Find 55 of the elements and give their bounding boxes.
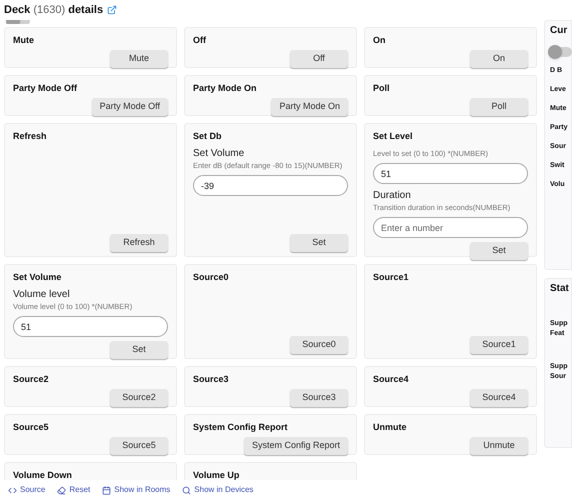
input-field[interactable]: Enter a number [373, 217, 528, 238]
action-button[interactable]: Set [470, 242, 528, 260]
card-title: Unmute [373, 421, 408, 433]
panel-title: Stat [550, 282, 570, 296]
action-button[interactable]: Off [290, 50, 348, 68]
card-title: Poll [373, 82, 391, 94]
card-title: Set Level [373, 130, 414, 142]
card-title: Source4 [373, 373, 410, 385]
footer-link[interactable]: Show in Rooms [102, 484, 170, 496]
card-title: Source2 [13, 373, 50, 385]
card-title: Volume Down [13, 469, 73, 480]
footer-link[interactable]: Show in Devices [182, 484, 254, 496]
external-link-icon[interactable] [107, 5, 118, 15]
footer-link[interactable]: Source [8, 484, 46, 496]
action-button[interactable]: Source5 [110, 437, 168, 455]
action-button[interactable]: Poll [470, 98, 528, 116]
action-button[interactable]: Source3 [290, 389, 348, 407]
action-button[interactable]: Refresh [110, 234, 168, 252]
action-button[interactable]: Set [110, 341, 168, 359]
action-button[interactable]: On [470, 50, 528, 68]
card-title: Party Mode Off [13, 82, 78, 94]
card-title: Volume Up [193, 469, 240, 480]
code-icon [8, 486, 17, 494]
action-button[interactable]: Source4 [470, 389, 528, 407]
input-field[interactable]: -39 [193, 175, 348, 196]
toggle-switch[interactable] [550, 47, 572, 57]
action-button[interactable]: Set [290, 234, 348, 252]
card-title: Off [193, 34, 207, 46]
input-field[interactable]: 51 [373, 163, 528, 184]
action-button[interactable]: Party Mode Off [92, 98, 168, 116]
card-title: Set Db [193, 130, 223, 142]
action-button[interactable]: Unmute [470, 437, 528, 455]
card-title: Source5 [13, 421, 50, 433]
card-title: System Config Report [193, 421, 289, 433]
action-button[interactable]: Party Mode On [271, 98, 348, 116]
card-title: Refresh [13, 130, 48, 142]
panel-title: Cur [550, 24, 568, 38]
action-button[interactable]: Source2 [110, 389, 168, 407]
action-button[interactable]: Mute [110, 50, 168, 68]
action-button[interactable]: Source1 [470, 336, 528, 354]
card-title: Party Mode On [193, 82, 258, 94]
card-title: Source1 [373, 271, 410, 283]
footer-link[interactable]: Reset [57, 484, 90, 496]
card-title: Mute [13, 34, 35, 46]
field-label: Duration [373, 190, 412, 202]
card-title: Set Volume [13, 271, 62, 283]
field-label: Volume level [13, 289, 71, 301]
card-title: On [373, 34, 386, 46]
page-title: Deck (1630) details [4, 2, 104, 18]
action-button[interactable]: System Config Report [244, 437, 348, 455]
card-title: Source3 [193, 373, 230, 385]
card-title: Source0 [193, 271, 230, 283]
input-field[interactable]: 51 [13, 316, 168, 337]
action-button[interactable]: Source0 [290, 336, 348, 354]
field-label: Set Volume [193, 148, 246, 160]
